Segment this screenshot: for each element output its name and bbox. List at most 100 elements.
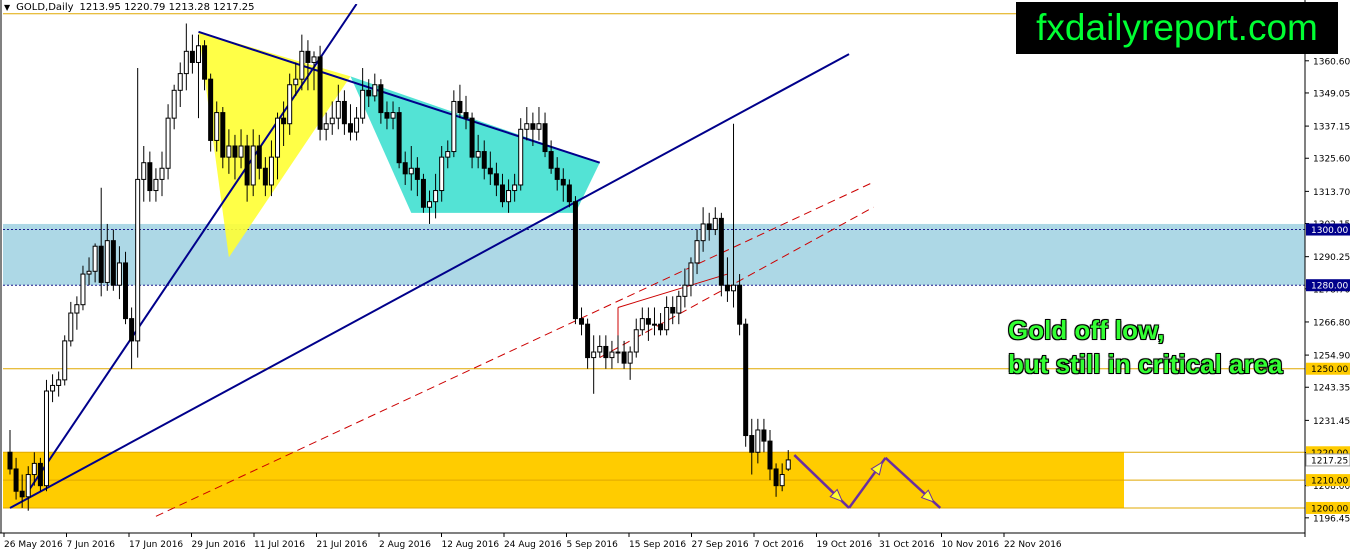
candle-bull — [518, 128, 524, 186]
candle-bull — [25, 474, 31, 498]
candle-bull — [68, 312, 74, 342]
candle-bear — [110, 240, 116, 286]
candle-bull — [372, 84, 378, 97]
date-tick-label: 17 Jun 2016 — [129, 540, 183, 550]
turquoise-triangle — [350, 76, 600, 213]
candle-bear — [463, 112, 469, 119]
date-tick-label: 11 Jul 2016 — [254, 540, 305, 550]
candle-bull — [682, 284, 688, 297]
date-tick-label: 22 Nov 2016 — [1004, 540, 1062, 550]
candle-bull — [445, 151, 451, 158]
date-tick-label: 29 Jun 2016 — [192, 540, 246, 550]
candle-bear — [718, 217, 724, 286]
price-tick-label: 1325.60 — [1313, 155, 1350, 165]
price-tick-label: 1231.45 — [1313, 417, 1350, 427]
candle-bear — [481, 151, 487, 169]
candle-bull — [785, 459, 791, 470]
candle-bear — [244, 145, 250, 186]
candle-bear — [37, 462, 43, 487]
candle-bear — [384, 112, 390, 119]
candle-bull — [74, 304, 80, 314]
candle-bull — [43, 390, 49, 487]
price-tick-label: 1349.05 — [1313, 89, 1350, 99]
price-tick-label: 1360.60 — [1313, 57, 1350, 67]
chart-svg[interactable]: 1360.601349.051337.151325.601313.701302.… — [0, 0, 1350, 554]
price-tick-label: 1196.45 — [1313, 514, 1350, 524]
candle-bear — [13, 468, 19, 492]
candle-bull — [250, 145, 256, 186]
candle-bear — [457, 100, 463, 114]
candle-bear — [7, 451, 13, 470]
candle-bull — [86, 270, 92, 275]
candle-bull — [390, 112, 396, 119]
resistance-zone — [3, 223, 1305, 286]
candle-bear — [487, 167, 493, 175]
date-tick-label: 26 May 2016 — [4, 540, 63, 550]
candle-bull — [323, 123, 329, 130]
candle-bear — [743, 323, 749, 437]
candle-bear — [773, 468, 779, 487]
date-tick-label: 7 Oct 2016 — [754, 540, 804, 550]
candle-bull — [159, 167, 165, 180]
candle-bull — [299, 50, 305, 80]
level-label: 1300.00 — [1311, 226, 1348, 236]
candle-bull — [56, 379, 62, 386]
price-tick-label: 1243.35 — [1313, 384, 1350, 394]
candle-bull — [712, 217, 718, 231]
candle-bull — [639, 318, 645, 331]
candle-bear — [378, 84, 384, 114]
level-label: 1217.25 — [1311, 456, 1348, 466]
annotation-line-2: but still in critical area — [1008, 349, 1283, 379]
candle-bull — [195, 45, 201, 63]
candle-bull — [627, 351, 633, 364]
date-tick-label: 12 Aug 2016 — [442, 540, 500, 550]
date-tick-label: 27 Sep 2016 — [692, 540, 749, 550]
candle-bull — [104, 240, 110, 283]
chart-annotation: Gold off low, but still in critical area — [1008, 313, 1283, 381]
candle-bear — [232, 145, 238, 158]
candle-bull — [360, 89, 366, 119]
candle-bull — [141, 162, 147, 180]
candle-bear — [560, 178, 566, 186]
candle-bull — [408, 167, 414, 175]
candle-bull — [591, 351, 597, 359]
plot-area — [3, 4, 1305, 517]
candle-bull — [275, 117, 281, 158]
chart-header: ▼ GOLD,Daily 1213.95 1220.79 1213.28 121… — [4, 2, 254, 13]
candle-bull — [597, 345, 603, 353]
candle-bull — [329, 117, 335, 125]
candle-bear — [281, 117, 287, 125]
candle-bear — [208, 78, 214, 141]
candle-bull — [116, 262, 122, 286]
candle-bull — [354, 117, 360, 133]
candle-bear — [579, 318, 585, 325]
candle-bear — [658, 323, 664, 331]
candle-bull — [50, 384, 56, 392]
dropdown-triangle-icon[interactable]: ▼ — [4, 3, 10, 12]
candle-bear — [420, 178, 426, 208]
candle-bear — [262, 167, 268, 186]
gold-daily-chart[interactable]: 1360.601349.051337.151325.601313.701302.… — [0, 0, 1350, 554]
candle-bull — [293, 78, 299, 86]
candle-bull — [615, 351, 621, 354]
candle-bull — [433, 190, 439, 203]
candle-bear — [220, 112, 226, 158]
candle-bear — [706, 223, 712, 231]
candle-bull — [755, 429, 761, 453]
candle-bull — [506, 190, 512, 203]
symbol-label: GOLD,Daily — [16, 2, 74, 13]
candle-bull — [165, 117, 171, 169]
candle-bull — [694, 240, 700, 264]
candle-bear — [548, 151, 554, 169]
candle-bear — [645, 318, 651, 325]
candle-bear — [414, 167, 420, 180]
candle-bear — [621, 351, 627, 364]
candle-bull — [287, 84, 293, 125]
candle-bull — [80, 273, 86, 306]
date-tick-label: 19 Oct 2016 — [817, 540, 873, 550]
candle-bull — [512, 184, 518, 192]
candle-bear — [542, 123, 548, 153]
date-tick-label: 7 Jun 2016 — [67, 540, 116, 550]
candle-bull — [651, 323, 657, 326]
candle-bull — [664, 306, 670, 331]
